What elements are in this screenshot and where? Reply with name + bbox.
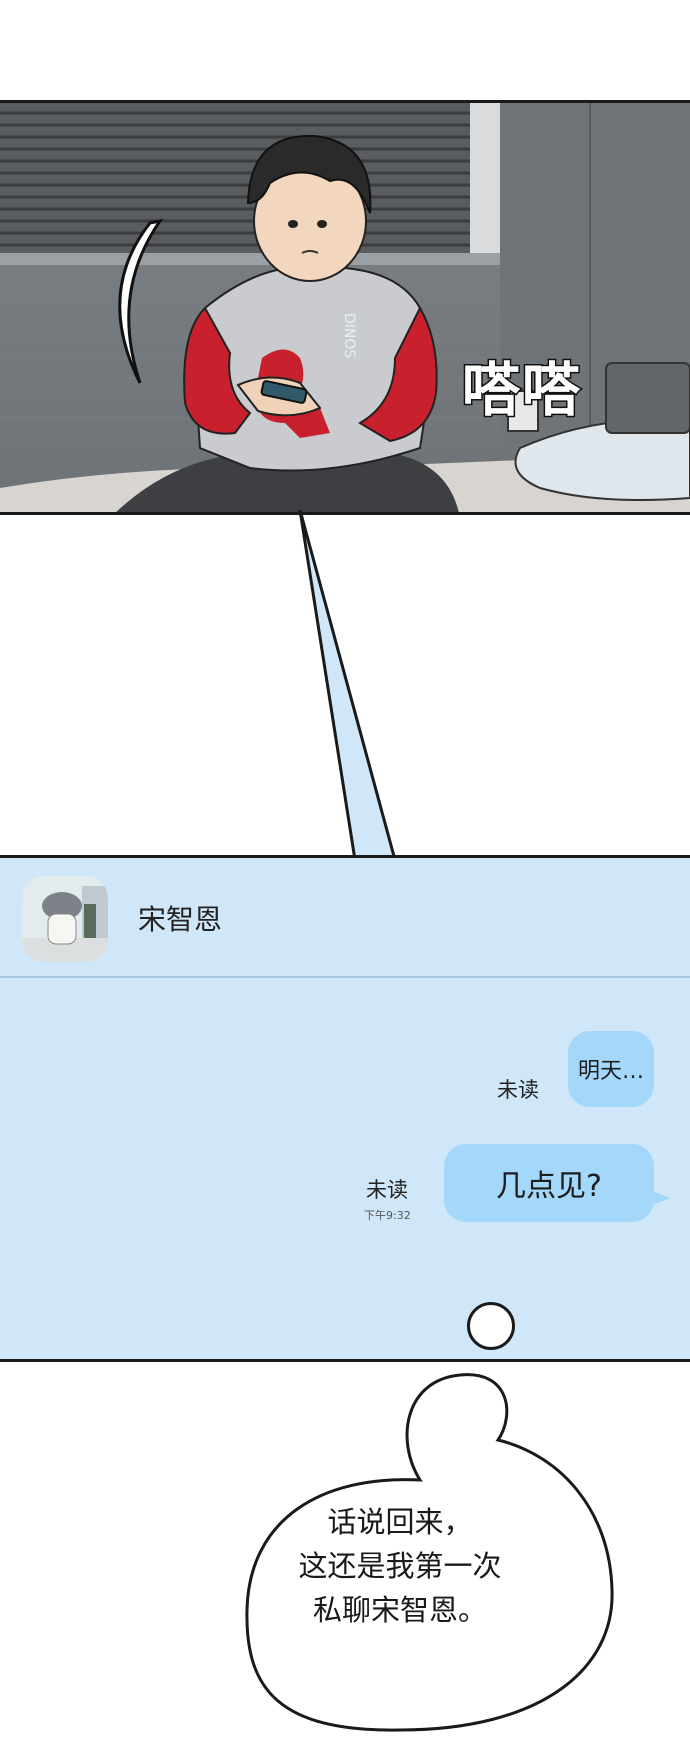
narration-line: 私聊宋智恩。 — [312, 1593, 487, 1627]
message-status: 未读 — [366, 1178, 408, 1202]
message-bubble[interactable]: 几点见? — [444, 1144, 654, 1222]
home-button[interactable] — [467, 1302, 515, 1350]
message-text: 明天… — [577, 1059, 644, 1084]
scene-illustration: DINOS — [0, 103, 690, 512]
narration-line: 话说回来， — [327, 1505, 473, 1539]
message-text: 几点见? — [496, 1169, 602, 1204]
narration-line: 这还是我第一次 — [298, 1549, 502, 1583]
sound-effect-text: 嗒嗒 — [460, 355, 583, 426]
contact-avatar[interactable] — [22, 876, 108, 962]
scene-panel: DINOS 嗒嗒 — [0, 100, 690, 515]
message-timestamp: 下午9:32 — [364, 1209, 411, 1222]
chat-header: 宋智恩 — [0, 858, 690, 978]
shirt-print: DINOS — [341, 313, 357, 358]
chat-panel: 宋智恩 未读 明天… 未读 下午9:32 几点见? — [0, 855, 690, 1362]
avatar-image — [22, 876, 108, 962]
contact-name: 宋智恩 — [138, 903, 223, 936]
message-bubble[interactable]: 明天… — [568, 1031, 654, 1107]
bubble-tail — [650, 1190, 670, 1206]
narration-text: 话说回来， 这还是我第一次 私聊宋智恩。 — [250, 1500, 550, 1632]
message-status: 未读 — [497, 1078, 539, 1102]
phone-callout-tail — [298, 510, 397, 862]
